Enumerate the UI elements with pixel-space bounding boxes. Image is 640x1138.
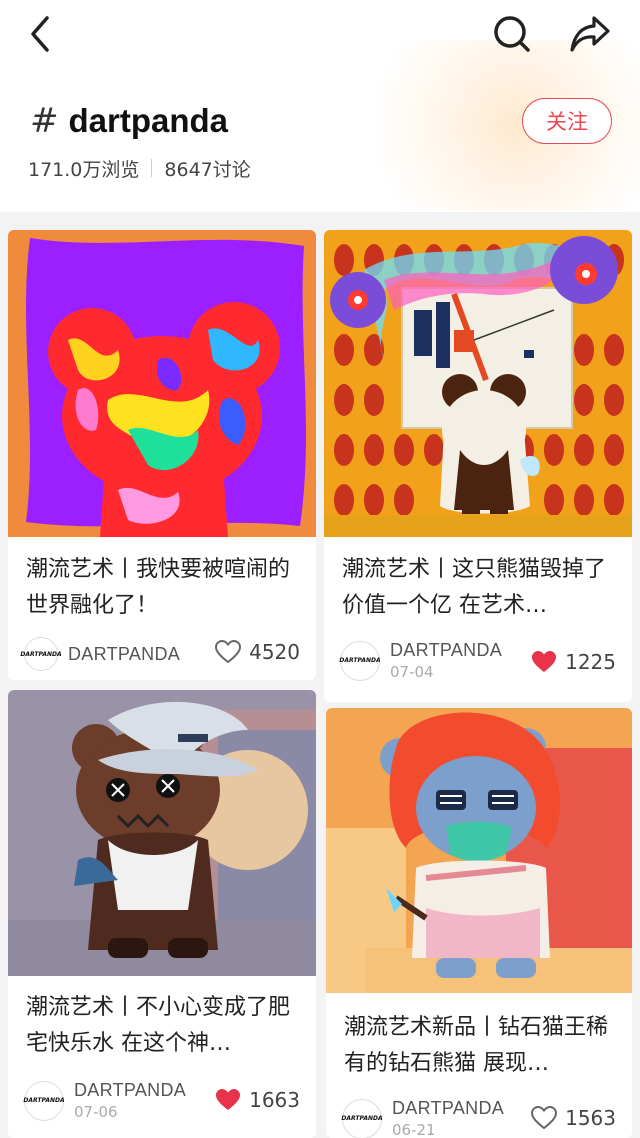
post-card[interactable]: 潮流艺术新品丨钻石猫王稀有的钻石熊猫 展现… DARTPANDA DARTPAN… (326, 708, 632, 1138)
post-title[interactable]: 潮流艺术丨这只熊猫毁掉了价值一个亿 在艺术… (342, 552, 618, 624)
post-date: 07-04 (390, 663, 434, 681)
share-button[interactable] (568, 12, 612, 56)
post-card[interactable]: 潮流艺术丨这只熊猫毁掉了价值一个亿 在艺术… DARTPANDA DARTPAN… (324, 230, 632, 702)
search-button[interactable] (490, 12, 534, 56)
views-count: 171.0万浏览 (28, 158, 140, 181)
post-title[interactable]: 潮流艺术丨不小心变成了肥宅快乐水 在这个神… (26, 990, 302, 1062)
post-title[interactable]: 潮流艺术丨我快要被喧闹的世界融化了！ (26, 552, 302, 624)
post-image[interactable] (324, 230, 632, 537)
like-button[interactable]: 1563 (531, 1106, 616, 1130)
heart-outline-icon (215, 640, 242, 664)
post-card[interactable]: 潮流艺术丨我快要被喧闹的世界融化了！ DARTPANDA DARTPANDA 4… (8, 230, 316, 680)
author-name[interactable]: DARTPANDA (68, 644, 180, 665)
like-count: 1563 (565, 1106, 616, 1130)
author-name[interactable]: DARTPANDA (74, 1080, 186, 1101)
top-bar (0, 0, 640, 70)
post-image[interactable] (8, 230, 316, 537)
author-avatar[interactable]: DARTPANDA (20, 637, 62, 671)
search-icon (494, 16, 530, 52)
like-button[interactable]: 1225 (531, 650, 616, 674)
author-info[interactable]: DARTPANDA DARTPANDA 07-06 (23, 1080, 186, 1121)
post-date: 06-21 (392, 1121, 436, 1138)
chevron-left-icon (31, 16, 49, 52)
author-info[interactable]: DARTPANDA DARTPANDA (20, 637, 180, 671)
topic-title: # dartpanda (30, 96, 228, 146)
author-avatar[interactable]: DARTPANDA (23, 1080, 65, 1121)
post-title[interactable]: 潮流艺术新品丨钻石猫王稀有的钻石熊猫 展现… (344, 1010, 618, 1082)
share-icon (570, 16, 610, 52)
post-image[interactable] (326, 708, 632, 993)
post-image[interactable] (8, 690, 316, 976)
heart-filled-icon (216, 1089, 241, 1110)
author-name[interactable]: DARTPANDA (392, 1098, 504, 1119)
hash-icon: # (30, 101, 59, 141)
like-button[interactable]: 1663 (215, 1088, 300, 1112)
discussions-count: 8647讨论 (164, 158, 251, 181)
author-info[interactable]: DARTPANDA DARTPANDA 06-21 (341, 1098, 504, 1138)
topic-stats: 171.0万浏览 8647讨论 (28, 154, 251, 182)
heart-outline-icon (531, 1106, 558, 1130)
post-date: 07-06 (74, 1103, 118, 1121)
back-button[interactable] (18, 12, 62, 56)
author-info[interactable]: DARTPANDA DARTPANDA 07-04 (339, 640, 502, 681)
like-count: 1225 (565, 650, 616, 674)
like-count: 4520 (249, 640, 300, 664)
author-avatar[interactable]: DARTPANDA (339, 640, 381, 681)
topic-name: dartpanda (68, 102, 229, 139)
post-card[interactable]: 潮流艺术丨不小心变成了肥宅快乐水 在这个神… DARTPANDA DARTPAN… (8, 690, 316, 1138)
author-avatar[interactable]: DARTPANDA (341, 1098, 383, 1138)
heart-filled-icon (532, 651, 557, 672)
follow-button[interactable]: 关注 (522, 98, 612, 144)
stats-divider (151, 159, 153, 177)
author-name[interactable]: DARTPANDA (390, 640, 502, 661)
like-count: 1663 (249, 1088, 300, 1112)
like-button[interactable]: 4520 (215, 640, 300, 664)
